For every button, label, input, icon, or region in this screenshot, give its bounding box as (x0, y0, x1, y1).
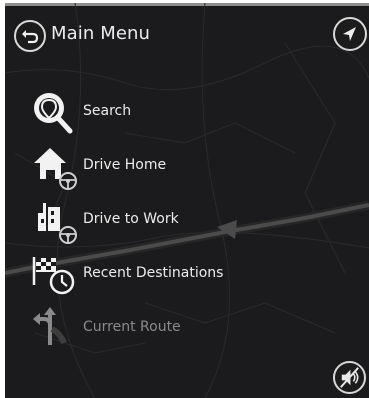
page-title: Main Menu (51, 23, 151, 44)
work-building-icon (38, 203, 77, 244)
menu-item-drive-home[interactable]: Drive Home (30, 143, 330, 191)
screen: Main Menu Search Drive Home Drive to Wor… (0, 0, 369, 398)
menu-item-label: Recent Destinations (83, 265, 224, 281)
menu-item-label: Current Route (83, 319, 181, 335)
navigation-arrow-icon (343, 27, 356, 41)
menu-item-recent-destinations[interactable]: Recent Destinations (30, 251, 330, 299)
menu-item-search[interactable]: Search (30, 89, 330, 137)
back-arrow-icon (22, 30, 39, 44)
muted-speaker-icon (340, 367, 359, 388)
menu-item-current-route: Current Route (30, 305, 330, 353)
menu-item-label: Search (83, 103, 132, 119)
navigation-display: Main Menu Search Drive Home Drive to Wor… (5, 3, 369, 398)
home-icon (34, 148, 77, 190)
magnifier-icon (34, 93, 73, 134)
recent-flag-clock-icon (32, 257, 75, 295)
menu-item-label: Drive Home (83, 157, 167, 173)
menu-item-drive-to-work[interactable]: Drive to Work (30, 197, 330, 245)
menu-item-label: Drive to Work (83, 211, 179, 227)
map-view-button[interactable] (333, 17, 367, 51)
route-fork-icon (33, 307, 67, 345)
mute-button[interactable] (333, 361, 366, 394)
back-button[interactable] (14, 20, 46, 52)
